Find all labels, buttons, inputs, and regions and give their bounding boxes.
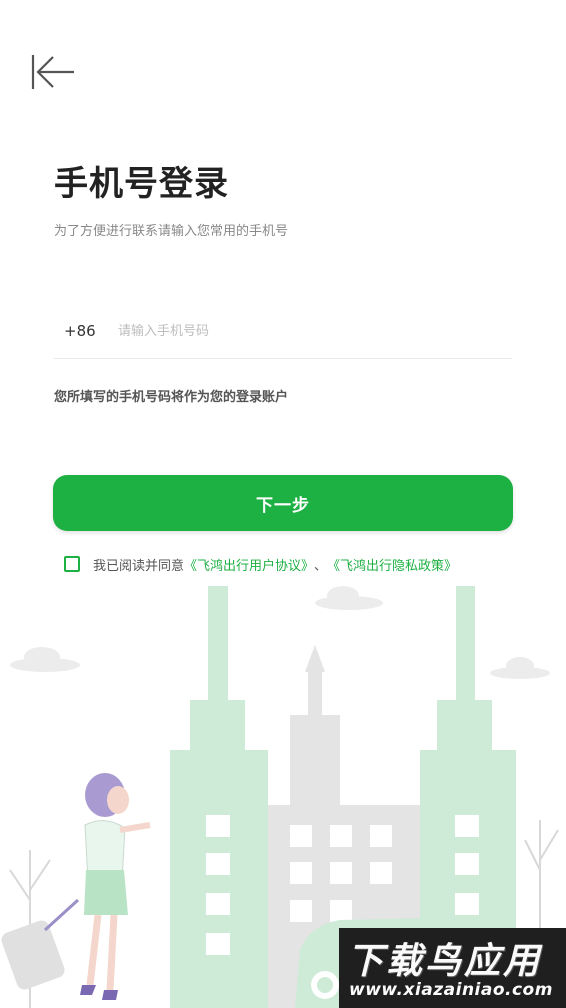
account-hint: 您所填写的手机号码将作为您的登录账户: [54, 390, 289, 405]
page-title: 手机号登录: [54, 164, 229, 204]
phone-field-row: +86: [54, 302, 512, 359]
watermark-title: 下载鸟应用: [347, 941, 543, 982]
watermark: 下载鸟应用 www.xiazainiao.com: [339, 928, 566, 1008]
next-step-button[interactable]: 下一步: [53, 475, 513, 531]
back-button[interactable]: [28, 52, 76, 92]
woman-figure: [1, 773, 151, 1000]
watermark-url: www.xiazainiao.com: [349, 980, 553, 1000]
page-subtitle: 为了方便进行联系请输入您常用的手机号: [54, 224, 289, 239]
phone-input[interactable]: [116, 314, 500, 348]
country-code[interactable]: +86: [64, 322, 96, 340]
back-arrow-icon: [31, 55, 74, 89]
